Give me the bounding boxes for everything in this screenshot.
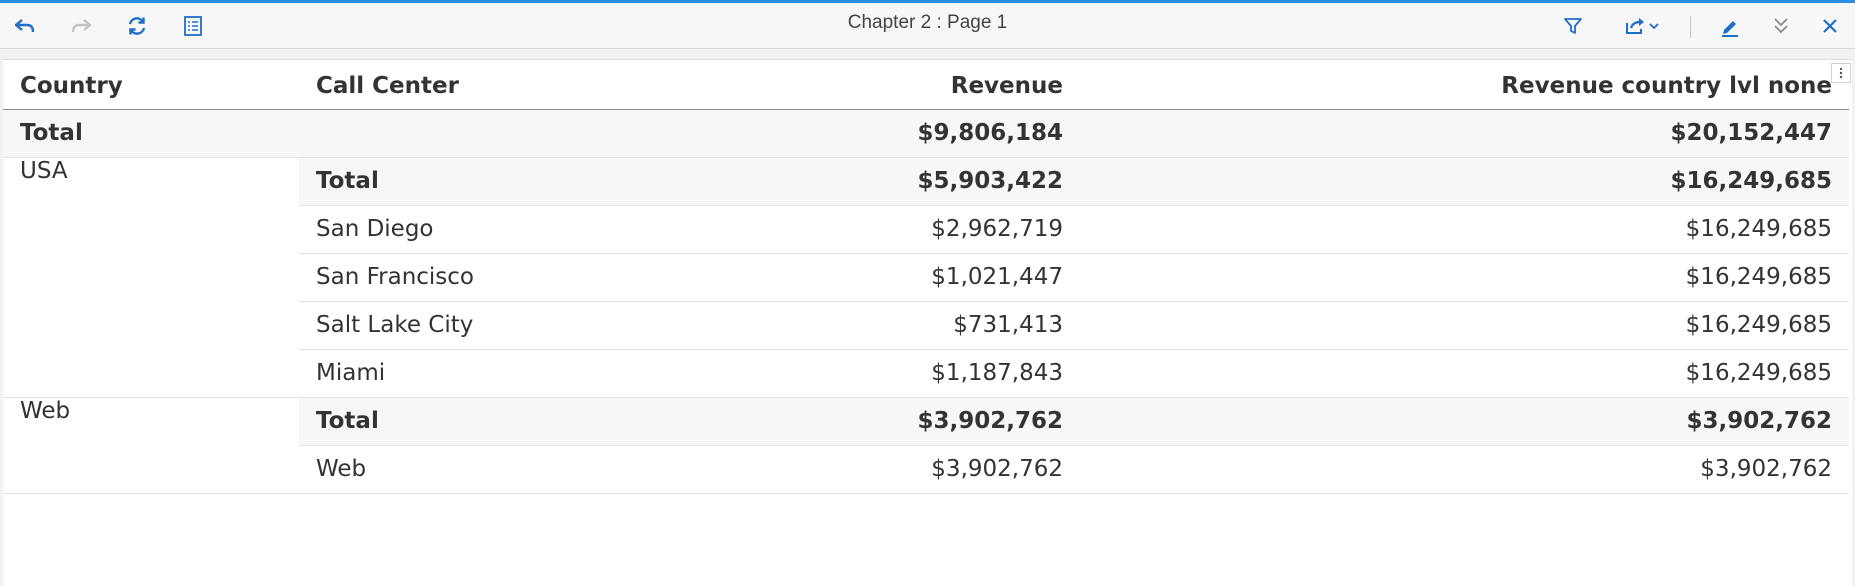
more-vertical-icon [1839, 64, 1843, 83]
revenue-cell[interactable]: $2,962,719 [776, 205, 1080, 254]
call-center-cell[interactable]: San Francisco [299, 253, 776, 302]
revenue-country-cell[interactable]: $16,249,685 [1080, 301, 1849, 350]
grand-total-label[interactable]: Total [3, 109, 299, 158]
undo-button[interactable] [10, 11, 40, 41]
refresh-button[interactable] [122, 11, 152, 41]
call-center-cell[interactable]: Salt Lake City [299, 301, 776, 350]
column-header-call-center[interactable]: Call Center [299, 60, 776, 110]
grand-total-revenue[interactable]: $9,806,184 [776, 109, 1080, 158]
redo-button[interactable] [66, 11, 96, 41]
collapse-button[interactable] [1766, 11, 1796, 41]
revenue-country-cell[interactable]: $16,249,685 [1080, 253, 1849, 302]
redo-icon [69, 16, 93, 36]
chevron-down-icon [1648, 21, 1660, 31]
grand-total-row: Total $9,806,184 $20,152,447 [3, 109, 1849, 158]
toolbar-divider [1690, 16, 1691, 38]
call-center-cell[interactable]: San Diego [299, 205, 776, 254]
grand-total-revenue-country[interactable]: $20,152,447 [1080, 109, 1849, 158]
outline-icon [183, 15, 203, 37]
revenue-country-cell[interactable]: $16,249,685 [1080, 349, 1849, 398]
revenue-cell[interactable]: $731,413 [776, 301, 1080, 350]
revenue-country-cell[interactable]: $16,249,685 [1080, 157, 1849, 206]
outline-button[interactable] [178, 11, 208, 41]
column-header-country[interactable]: Country [3, 60, 299, 110]
revenue-country-cell[interactable]: $16,249,685 [1080, 205, 1849, 254]
revenue-cell[interactable]: $3,902,762 [776, 397, 1080, 446]
filter-icon [1563, 16, 1583, 36]
revenue-country-cell[interactable]: $3,902,762 [1080, 445, 1849, 494]
table-row: Web Total $3,902,762 $3,902,762 [3, 397, 1849, 494]
edit-button[interactable] [1715, 11, 1745, 41]
collapse-icon [1772, 16, 1790, 36]
close-icon [1821, 17, 1839, 35]
revenue-cell[interactable]: $3,902,762 [776, 445, 1080, 494]
header-row: Country Call Center Revenue Revenue coun… [3, 60, 1849, 110]
close-button[interactable] [1815, 11, 1845, 41]
column-header-revenue[interactable]: Revenue [776, 60, 1080, 110]
edit-icon [1719, 15, 1741, 37]
call-center-cell[interactable]: Total [299, 397, 776, 446]
undo-icon [13, 16, 37, 36]
country-cell-usa[interactable]: USA [3, 157, 299, 398]
share-menu-button[interactable] [1620, 11, 1664, 41]
call-center-cell[interactable]: Web [299, 445, 776, 494]
filter-button[interactable] [1558, 11, 1588, 41]
crosstab-table: Country Call Center Revenue Revenue coun… [3, 60, 1849, 494]
call-center-cell[interactable]: Miami [299, 349, 776, 398]
report-panel: Country Call Center Revenue Revenue coun… [3, 59, 1852, 586]
column-header-revenue-country[interactable]: Revenue country lvl none [1080, 60, 1849, 110]
revenue-cell[interactable]: $1,187,843 [776, 349, 1080, 398]
page-toolbar: Chapter 2 : Page 1 [0, 3, 1855, 49]
refresh-icon [126, 15, 148, 37]
share-icon [1624, 16, 1648, 36]
table-row: USA Total $5,903,422 $16,249,685 [3, 157, 1849, 398]
revenue-country-cell[interactable]: $3,902,762 [1080, 397, 1849, 446]
call-center-cell[interactable]: Total [299, 157, 776, 206]
country-cell-web[interactable]: Web [3, 397, 299, 494]
table-more-options-button[interactable] [1831, 63, 1851, 83]
grand-total-empty-cell [299, 109, 776, 158]
revenue-cell[interactable]: $1,021,447 [776, 253, 1080, 302]
revenue-cell[interactable]: $5,903,422 [776, 157, 1080, 206]
